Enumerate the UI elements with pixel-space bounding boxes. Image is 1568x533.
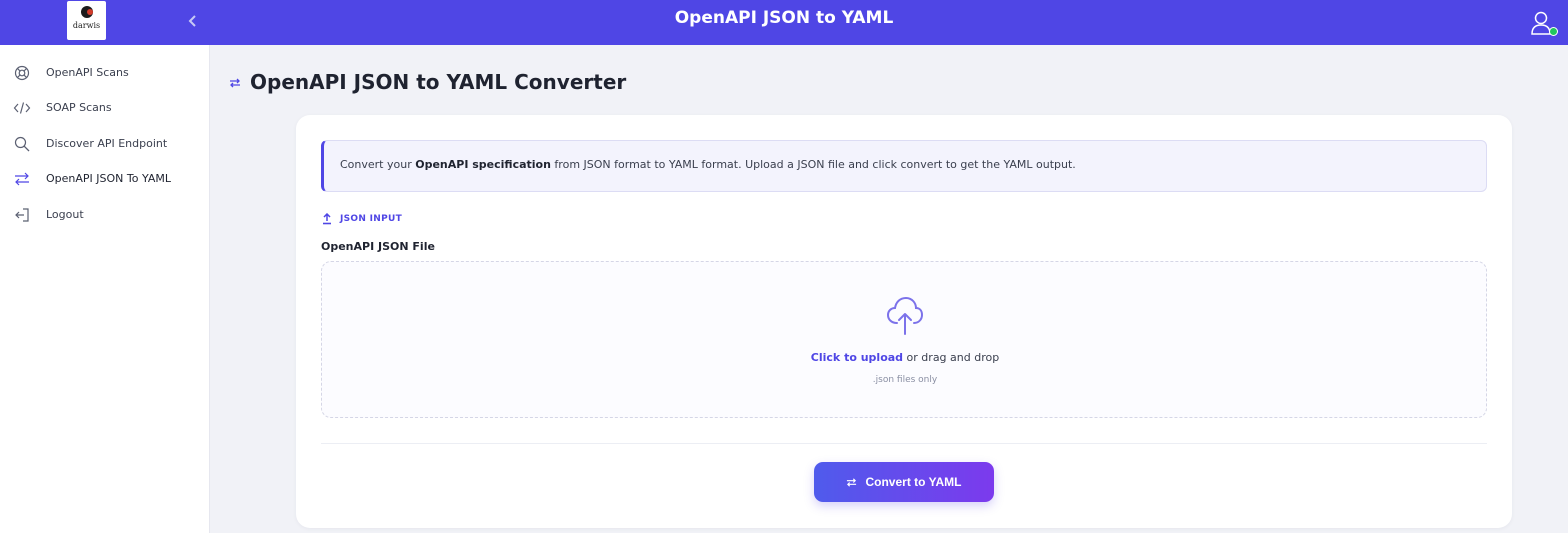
info-text-prefix: Convert your <box>340 158 416 171</box>
divider <box>321 443 1487 444</box>
click-to-upload-link[interactable]: Click to upload <box>811 351 903 364</box>
sidebar-item-discover-api-endpoint[interactable]: Discover API Endpoint <box>0 129 210 159</box>
user-menu-button[interactable] <box>1529 8 1559 38</box>
info-message: Convert your OpenAPI specification from … <box>340 158 1076 171</box>
info-text-bold: OpenAPI specification <box>415 158 551 171</box>
lifebuoy-icon <box>14 65 30 81</box>
sidebar-item-label: Logout <box>46 208 84 221</box>
search-icon <box>14 136 30 152</box>
sidebar-item-label: Discover API Endpoint <box>46 137 168 150</box>
sidebar-item-soap-scans[interactable]: SOAP Scans <box>0 93 210 123</box>
field-label: OpenAPI JSON File <box>321 240 435 253</box>
page-title: OpenAPI JSON to YAML Converter <box>250 70 627 94</box>
section-label: JSON INPUT <box>340 214 403 224</box>
sidebar-item-label: OpenAPI JSON To YAML <box>46 172 171 185</box>
file-type-hint: .json files only <box>872 375 938 385</box>
cloud-upload-icon <box>886 296 924 335</box>
swap-icon <box>230 78 240 88</box>
convert-to-yaml-button[interactable]: Convert to YAML <box>814 462 994 502</box>
sidebar-item-logout[interactable]: Logout <box>0 200 210 230</box>
converter-card: Convert your OpenAPI specification from … <box>296 115 1512 528</box>
sidebar-item-label: OpenAPI Scans <box>46 66 129 79</box>
swap-icon <box>15 172 29 186</box>
upload-instruction: Click to upload or drag and drop <box>322 351 1488 364</box>
file-dropzone[interactable]: Click to upload or drag and drop .json f… <box>321 261 1487 418</box>
code-icon <box>13 102 31 114</box>
app-title: OpenAPI JSON to YAML <box>674 8 894 28</box>
logout-icon <box>15 208 29 222</box>
sidebar-item-openapi-scans[interactable]: OpenAPI Scans <box>0 58 210 88</box>
info-banner: Convert your OpenAPI specification from … <box>321 140 1487 192</box>
sidebar: OpenAPI Scans SOAP Scans Discover API En… <box>0 45 210 533</box>
upload-icon <box>323 213 331 225</box>
sidebar-item-label: SOAP Scans <box>46 101 112 114</box>
swap-icon <box>847 477 857 487</box>
top-bar: darwis OpenAPI JSON to YAML <box>0 0 1568 45</box>
convert-button-label: Convert to YAML <box>865 475 962 489</box>
online-status-dot <box>1549 27 1558 36</box>
upload-instruction-rest: or drag and drop <box>903 351 1000 364</box>
info-text-suffix: from JSON format to YAML format. Upload … <box>550 158 1076 171</box>
sidebar-item-openapi-json-to-yaml[interactable]: OpenAPI JSON To YAML <box>0 164 210 194</box>
